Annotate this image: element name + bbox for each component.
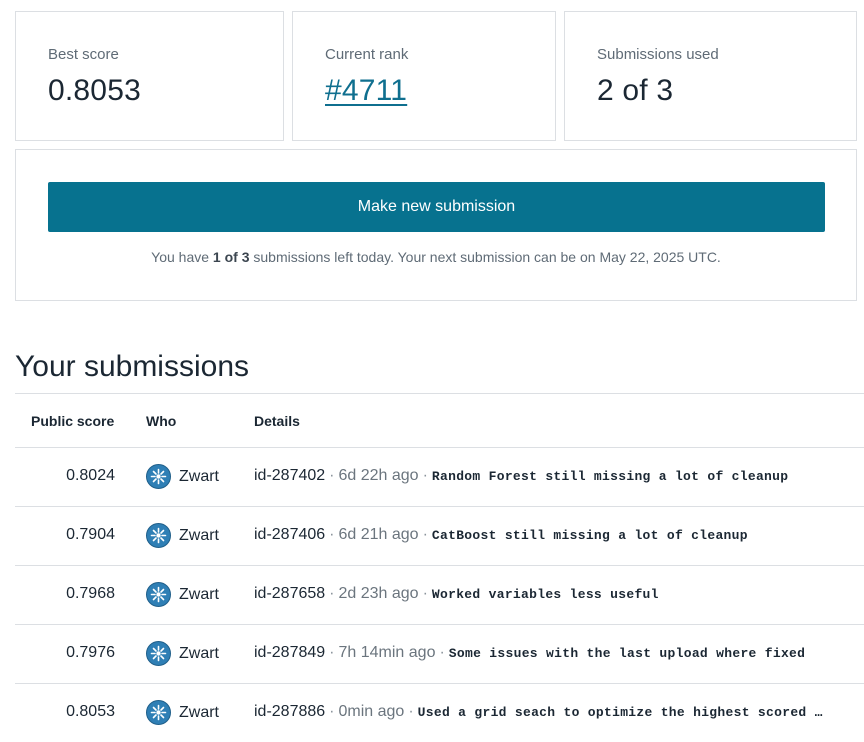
submission-id-link[interactable]: id-287658: [254, 585, 325, 603]
submissions-used-label: Submissions used: [597, 46, 719, 63]
header-public-score[interactable]: Public score: [31, 413, 114, 429]
submissions-used-value: 2 of 3: [597, 74, 674, 107]
public-score: 0.8053: [66, 703, 115, 720]
submissions-table: Public score Who Details 0.8024 Zwart id-2…: [15, 393, 864, 742]
best-score-card: Best score 0.8053: [15, 11, 284, 141]
separator: ·: [329, 644, 335, 661]
submission-time: 6d 22h ago: [338, 467, 419, 484]
submission-details: id-287402 · 6d 22h ago · Random Forest still…: [254, 467, 788, 485]
table-header: Public score Who Details: [15, 393, 864, 448]
note-count: 1 of 3: [212, 249, 250, 265]
public-score: 0.8024: [66, 467, 115, 484]
submission-details: id-287849 · 7h 14min ago · Some issues with …: [254, 644, 805, 662]
submission-details: id-287406 · 6d 21h ago · CatBoost still miss…: [254, 526, 748, 544]
avatar-icon: [146, 523, 171, 548]
separator: ·: [329, 585, 335, 602]
separator: ·: [422, 526, 428, 543]
note-suffix: submissions left today. Your next submis…: [249, 249, 721, 265]
separator: ·: [422, 467, 428, 484]
submission-panel: Make new submission You have 1 of 3 subm…: [15, 149, 857, 301]
submission-description: Worked variables less useful: [431, 587, 659, 602]
note-prefix: You have: [151, 249, 213, 265]
submission-description: Used a grid seach to optimize the highes…: [417, 705, 823, 720]
public-score: 0.7976: [66, 644, 115, 661]
submitter: Zwart: [146, 641, 219, 666]
current-rank-card: Current rank #4711: [292, 11, 556, 141]
separator: ·: [329, 526, 335, 543]
submission-time: 0min ago: [338, 703, 405, 720]
submitter: Zwart: [146, 700, 219, 725]
submission-time: 7h 14min ago: [338, 644, 436, 661]
separator: ·: [329, 703, 335, 720]
header-details[interactable]: Details: [254, 413, 300, 429]
submission-time: 6d 21h ago: [338, 526, 419, 543]
table-row: 0.7968 Zwart id-287658 · 2d 23h ago · Worked v…: [15, 566, 864, 625]
table-row: 0.7904 Zwart id-287406 · 6d 21h ago · CatBoost…: [15, 507, 864, 566]
public-score: 0.7968: [66, 585, 115, 602]
submitter-name[interactable]: Zwart: [179, 586, 219, 604]
separator: ·: [439, 644, 445, 661]
avatar-icon: [146, 641, 171, 666]
submission-id-link[interactable]: id-287886: [254, 703, 325, 721]
table-body: 0.8024 Zwart id-287402 · 6d 22h ago · Random F…: [15, 448, 864, 742]
submitter: Zwart: [146, 582, 219, 607]
avatar-icon: [146, 700, 171, 725]
table-row: 0.8024 Zwart id-287402 · 6d 22h ago · Random F…: [15, 448, 864, 507]
best-score-value: 0.8053: [48, 74, 141, 107]
avatar-icon: [146, 582, 171, 607]
separator: ·: [329, 467, 335, 484]
submission-id-link[interactable]: id-287849: [254, 644, 325, 662]
public-score: 0.7904: [66, 526, 115, 543]
submitter-name[interactable]: Zwart: [179, 645, 219, 663]
submission-time: 2d 23h ago: [338, 585, 419, 602]
submission-details: id-287886 · 0min ago · Used a grid seach to …: [254, 703, 823, 721]
submitter-name[interactable]: Zwart: [179, 527, 219, 545]
table-row: 0.7976 Zwart id-287849 · 7h 14min ago · Some i…: [15, 625, 864, 684]
separator: ·: [422, 585, 428, 602]
submission-id-link[interactable]: id-287406: [254, 526, 325, 544]
section-title: Your submissions: [15, 350, 250, 383]
submission-description: CatBoost still missing a lot of cleanup: [431, 528, 748, 543]
make-new-submission-button[interactable]: Make new submission: [48, 182, 825, 232]
submission-description: Some issues with the last upload where f…: [448, 646, 806, 661]
submitter-name[interactable]: Zwart: [179, 704, 219, 722]
submissions-used-card: Submissions used 2 of 3: [564, 11, 857, 141]
separator: ·: [408, 703, 414, 720]
submitter: Zwart: [146, 523, 219, 548]
submitter-name[interactable]: Zwart: [179, 468, 219, 486]
submitter: Zwart: [146, 464, 219, 489]
current-rank-label: Current rank: [325, 46, 409, 63]
current-rank-link[interactable]: #4711: [325, 74, 407, 108]
submissions-left-note: You have 1 of 3 submissions left today. …: [16, 249, 856, 265]
best-score-label: Best score: [48, 46, 119, 63]
submission-details: id-287658 · 2d 23h ago · Worked variables le…: [254, 585, 659, 603]
header-who[interactable]: Who: [146, 413, 176, 429]
table-row: 0.8053 Zwart id-287886 · 0min ago · Used a gri…: [15, 684, 864, 742]
submission-id-link[interactable]: id-287402: [254, 467, 325, 485]
submission-description: Random Forest still missing a lot of cle…: [431, 469, 789, 484]
avatar-icon: [146, 464, 171, 489]
